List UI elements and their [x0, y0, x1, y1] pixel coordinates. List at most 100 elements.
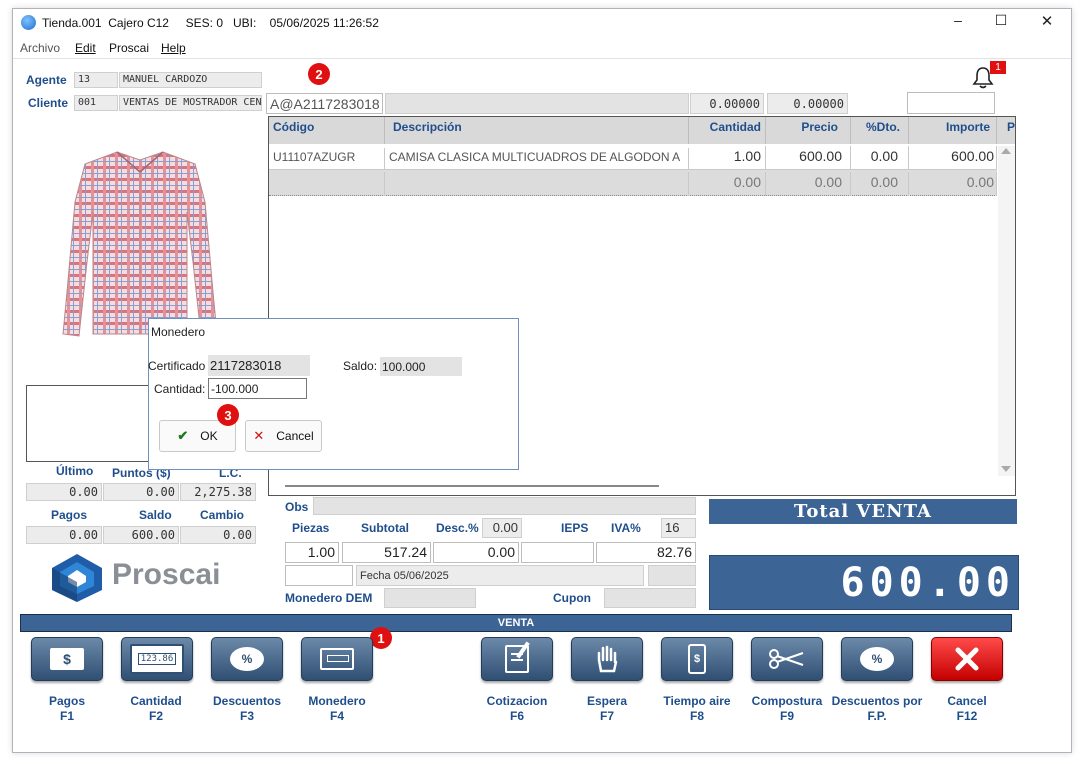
menu-help[interactable]: Help: [161, 41, 186, 55]
maximize-button[interactable]: ☐: [991, 12, 1011, 32]
venta-bar: VENTA: [20, 614, 1012, 632]
col-descripcion[interactable]: Descripción: [385, 117, 689, 144]
label-piezas: Piezas: [292, 521, 330, 535]
cancel-button-label: Cancel: [276, 429, 314, 443]
col-codigo[interactable]: Código: [269, 117, 385, 144]
counter-icon: 123.86: [130, 644, 184, 674]
obs-label: Obs: [285, 500, 309, 514]
ieps-value: [521, 542, 594, 563]
row1-desc: CAMISA CLASICA MULTICUADROS DE ALGODON A: [385, 148, 689, 170]
row2-disc: 0.00: [851, 172, 909, 196]
hand-stop-icon: [597, 645, 618, 673]
desc-value: 0.00: [433, 542, 519, 563]
cantidad-button[interactable]: 123.86: [121, 637, 193, 681]
row2-qty: 0.00: [689, 172, 766, 196]
menu-proscai[interactable]: Proscai: [109, 41, 149, 55]
grid-horizontal-scrollbar[interactable]: [285, 485, 659, 487]
espera-button[interactable]: [571, 637, 643, 681]
scissors-icon: [769, 649, 804, 669]
tiempo-aire-button[interactable]: $: [661, 637, 733, 681]
tiempo-aire-button-label: Tiempo aire F8: [663, 694, 731, 723]
row2-amount: 0.00: [909, 172, 997, 196]
proscai-logo-icon: [48, 552, 106, 607]
phone-icon-glyph: $: [693, 653, 701, 665]
agent-code-field[interactable]: 13: [74, 72, 118, 88]
col-precio[interactable]: Precio: [766, 117, 851, 144]
descuentos-button[interactable]: %: [211, 637, 283, 681]
total-venta-label: Total VENTA: [709, 499, 1017, 524]
pagos-button[interactable]: $: [31, 637, 103, 681]
row1-code: U11107AZUGR: [269, 148, 385, 170]
saldo-label: Saldo:: [343, 359, 378, 373]
monedero-button[interactable]: [301, 637, 373, 681]
minimize-button[interactable]: –: [948, 12, 968, 32]
row1-disc: 0.00: [851, 146, 909, 170]
marker-1: 1: [370, 627, 392, 649]
descuentos-button-label: Descuentos F3: [212, 694, 282, 723]
agent-label: Agente: [26, 73, 67, 87]
grid-vertical-scrollbar[interactable]: [998, 146, 1015, 476]
cantidad-input[interactable]: -100.000: [208, 378, 307, 399]
close-button[interactable]: ✕: [1037, 12, 1057, 32]
notes-box: [26, 385, 149, 462]
marker-2: 2: [308, 63, 330, 85]
client-name-field[interactable]: VENTAS DE MOSTRADOR CEN: [119, 95, 262, 111]
stat-label-ultimo: Último: [56, 464, 94, 478]
compostura-button-label: Compostura F9: [751, 694, 823, 723]
edit-document-icon: [505, 641, 530, 673]
extra-input[interactable]: [907, 92, 995, 114]
money-icon: $: [50, 648, 84, 670]
check-icon: ✔: [177, 428, 189, 443]
piezas-value: 1.00: [285, 542, 339, 563]
scroll-down-arrow-icon[interactable]: [1001, 466, 1011, 472]
label-iva: IVA%: [611, 521, 641, 535]
cotizacion-button[interactable]: [481, 637, 553, 681]
menu-edit[interactable]: Edit: [75, 41, 96, 55]
cancel-sale-button[interactable]: [931, 637, 1003, 681]
compostura-button[interactable]: [751, 637, 823, 681]
percent-badge-icon: %: [860, 647, 894, 671]
x-icon: ✕: [253, 428, 265, 443]
col-dto[interactable]: %Dto.: [851, 117, 909, 144]
col-p[interactable]: P: [997, 117, 1015, 144]
monedero-dem-label: Monedero DEM: [285, 591, 373, 605]
header-value-1: 0.00000: [690, 93, 764, 114]
row2-price: 0.00: [766, 172, 851, 196]
stat-ultimo-value: 0.00: [26, 483, 102, 501]
stat-label-saldo: Saldo: [139, 508, 172, 522]
cancel-sale-button-label: Cancel F12: [947, 694, 987, 723]
row2-desc: [385, 172, 689, 196]
col-importe[interactable]: Importe: [909, 117, 997, 144]
money-icon-glyph: $: [63, 651, 71, 667]
ok-button-label: OK: [200, 429, 218, 443]
percent-icon-glyph: %: [241, 652, 253, 666]
blank-grey-field: [648, 565, 696, 586]
dialog-cancel-button[interactable]: ✕ Cancel: [245, 420, 322, 452]
iva-pct-field: 16: [661, 518, 696, 538]
product-shirt-image: [55, 142, 225, 342]
stat-lc-value: 2,275.38: [180, 483, 256, 501]
stat-label-cambio: Cambio: [200, 508, 245, 522]
cantidad-label: Cantidad:: [154, 382, 206, 396]
client-code-field[interactable]: 001: [74, 95, 118, 111]
header-value-2: 0.00000: [767, 93, 848, 114]
scroll-up-arrow-icon[interactable]: [1001, 148, 1011, 154]
fecha-field: Fecha 05/06/2025: [356, 565, 644, 586]
label-subtotal: Subtotal: [361, 521, 409, 535]
menu-archivo[interactable]: Archivo: [20, 41, 60, 55]
obs-field[interactable]: [313, 497, 696, 515]
blank-field[interactable]: [285, 565, 353, 586]
monedero-button-label: Monedero F4: [308, 694, 366, 723]
dialog-title: Monedero: [151, 325, 206, 339]
client-label: Cliente: [28, 96, 69, 110]
monedero-dem-field: [384, 588, 476, 608]
agent-name-field[interactable]: MANUEL CARDOZO: [119, 72, 262, 88]
col-cantidad[interactable]: Cantidad: [689, 117, 766, 144]
mobile-phone-icon: $: [688, 644, 706, 674]
row2-code: [269, 172, 385, 196]
subtotal-value: 517.24: [342, 542, 431, 563]
card-icon: [320, 648, 354, 670]
certificado-field: 2117283018: [208, 355, 310, 376]
descuentos-fp-button[interactable]: %: [841, 637, 913, 681]
scan-code-input[interactable]: A@A2117283018: [266, 93, 383, 114]
